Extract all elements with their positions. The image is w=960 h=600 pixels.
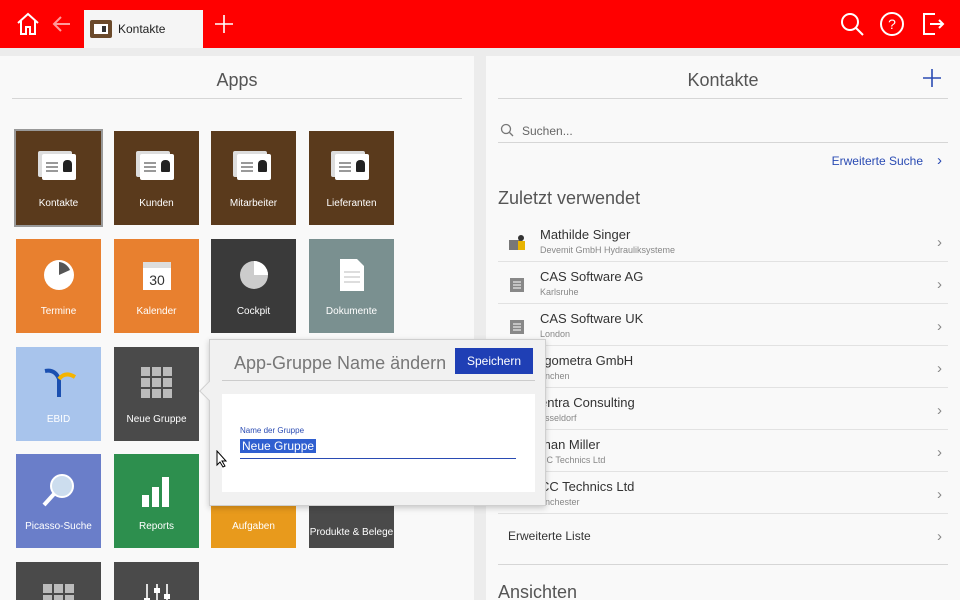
company-icon	[508, 275, 526, 293]
app-tile-termine[interactable]: Termine	[16, 239, 101, 333]
app-tile-reports[interactable]: Reports	[114, 454, 199, 548]
employee-card-icon	[234, 147, 274, 187]
tab-kontakte[interactable]: Kontakte	[84, 10, 203, 48]
back-arrow-icon[interactable]	[46, 8, 78, 40]
grid-icon	[137, 363, 177, 403]
apps-title: Apps	[216, 70, 258, 90]
extended-list-link[interactable]: Erweiterte Liste ›	[498, 515, 948, 556]
popover-body: Name der Gruppe Neue Gruppe	[222, 394, 535, 492]
app-tile-mitarbeiter[interactable]: Mitarbeiter	[211, 131, 296, 225]
app-tile-kalender[interactable]: 30 Kalender	[114, 239, 199, 333]
app-tile-picasso-suche[interactable]: Picasso-Suche	[16, 454, 101, 548]
views-title: Ansichten	[498, 582, 578, 600]
chevron-right-icon: ›	[937, 318, 942, 335]
chevron-right-icon: ›	[937, 444, 942, 461]
search-icon[interactable]	[836, 8, 868, 40]
recent-item[interactable]: Mathilde Singer Devemit GmbH Hydrauliksy…	[498, 221, 948, 262]
person-building-icon	[508, 233, 526, 251]
magnifier-icon	[39, 470, 79, 510]
app-tile-grid[interactable]	[16, 562, 101, 600]
contact-card-icon	[90, 20, 112, 38]
recent-item[interactable]: rgometra GmbH ünchen ›	[498, 347, 948, 388]
rename-group-popover: App-Gruppe Name ändern Speichern Name de…	[199, 339, 546, 506]
group-name-value: Neue Gruppe	[240, 439, 317, 453]
help-icon[interactable]: ?	[876, 8, 908, 40]
contacts-title: Kontakte	[687, 70, 759, 90]
app-tile-cockpit[interactable]: Cockpit	[211, 239, 296, 333]
customer-card-icon	[137, 147, 177, 187]
bar-chart-icon	[137, 470, 177, 510]
logout-icon[interactable]	[916, 8, 948, 40]
svg-text:?: ?	[888, 16, 896, 32]
mouse-cursor-icon	[216, 449, 228, 473]
contacts-panel: Kontakte Suchen... Erweiterte Suche › Zu…	[486, 56, 960, 600]
app-tile-kunden[interactable]: Kunden	[114, 131, 199, 225]
supplier-card-icon	[332, 147, 372, 187]
chevron-right-icon: ›	[937, 234, 942, 251]
chevron-right-icon: ›	[937, 402, 942, 419]
chevron-right-icon: ›	[937, 276, 942, 293]
save-button[interactable]: Speichern	[455, 348, 533, 374]
divider	[498, 564, 948, 565]
popover-title: App-Gruppe Name ändern	[234, 353, 447, 373]
app-tile-dokumente[interactable]: Dokumente	[309, 239, 394, 333]
clock-icon	[39, 255, 79, 295]
apps-panel: Apps Kontakte Kunden Mitarbeiter Liefera…	[0, 56, 474, 600]
top-bar: Kontakte ?	[0, 0, 960, 48]
search-bar[interactable]: Suchen...	[500, 120, 946, 142]
search-input[interactable]: Suchen...	[522, 124, 573, 138]
contact-card-icon	[39, 147, 79, 187]
app-tile-neue-gruppe[interactable]: Neue Gruppe	[114, 347, 199, 441]
recent-item[interactable]: CC Technics Ltd anchester ›	[498, 473, 948, 514]
add-tab-icon[interactable]	[208, 8, 240, 40]
ebid-logo-icon	[39, 363, 79, 403]
search-underline	[498, 142, 948, 143]
pie-chart-icon	[234, 255, 274, 295]
app-tile-kontakte[interactable]: Kontakte	[14, 129, 103, 227]
grid-icon	[39, 576, 79, 600]
chevron-right-icon: ›	[937, 360, 942, 377]
divider	[222, 380, 535, 381]
recent-title: Zuletzt verwendet	[498, 188, 641, 208]
company-icon	[508, 317, 526, 335]
divider	[12, 98, 462, 99]
group-name-field[interactable]: Neue Gruppe	[240, 439, 516, 459]
divider	[498, 98, 948, 99]
app-tile-ebid[interactable]: EBID	[16, 347, 101, 441]
chevron-right-icon: ›	[937, 152, 942, 169]
app-tile-lieferanten[interactable]: Lieferanten	[309, 131, 394, 225]
app-tile-settings[interactable]	[114, 562, 199, 600]
advanced-search-link[interactable]: Erweiterte Suche ›	[832, 152, 942, 169]
svg-text:30: 30	[149, 272, 165, 288]
document-icon	[332, 255, 372, 295]
sliders-icon	[137, 576, 177, 600]
chevron-right-icon: ›	[937, 486, 942, 503]
group-name-label: Name der Gruppe	[240, 426, 305, 435]
recent-item[interactable]: CAS Software UK London ›	[498, 305, 948, 346]
recent-item[interactable]: entra Consulting üsseldorf ›	[498, 389, 948, 430]
search-icon	[500, 123, 514, 140]
recent-item[interactable]: than Miller CC Technics Ltd ›	[498, 431, 948, 472]
calendar-icon: 30	[137, 255, 177, 295]
recent-item[interactable]: CAS Software AG Karlsruhe ›	[498, 263, 948, 304]
chevron-right-icon: ›	[937, 528, 942, 545]
tab-label: Kontakte	[118, 22, 166, 36]
add-contact-icon[interactable]	[922, 68, 942, 93]
home-icon[interactable]	[12, 8, 44, 40]
